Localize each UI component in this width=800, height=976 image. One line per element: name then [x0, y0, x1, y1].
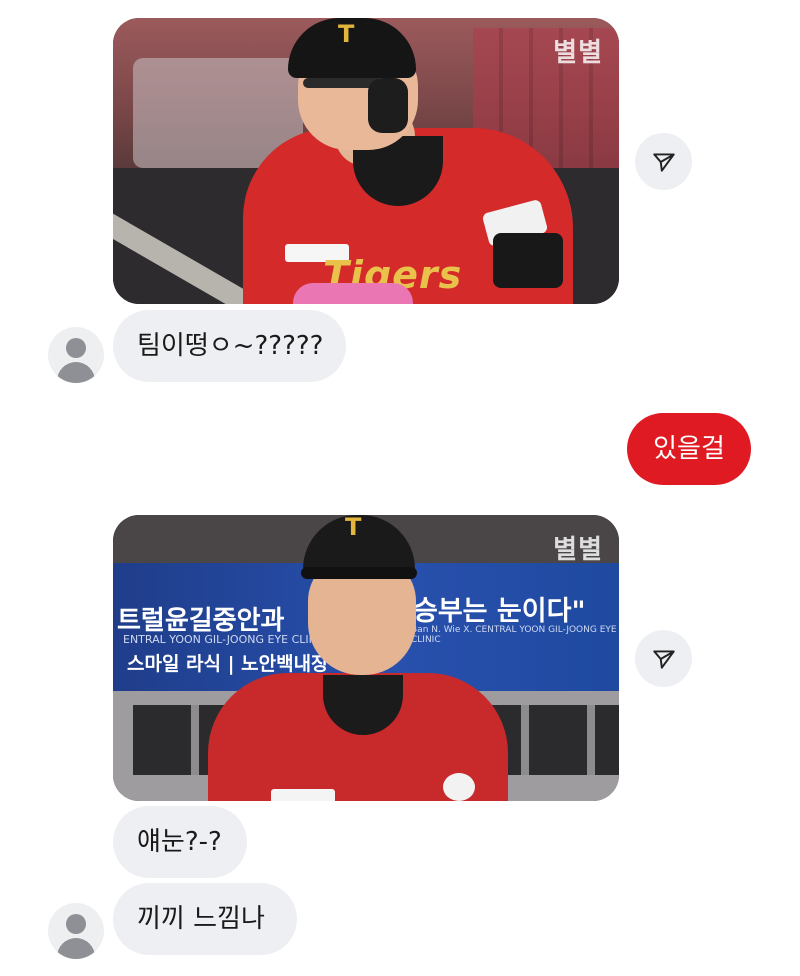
message-bubble-received[interactable]: 끼끼 느낌나	[113, 883, 297, 955]
share-button-2[interactable]	[635, 630, 692, 687]
batting-gloves	[293, 283, 413, 304]
cap-brim	[301, 567, 417, 579]
arm-sleeve	[493, 233, 563, 288]
paper-plane-icon	[652, 649, 675, 669]
photo-watermark: 별별	[553, 535, 603, 565]
helmet-guard	[368, 78, 408, 133]
message-bubble-sent[interactable]: 있을걸	[627, 413, 751, 485]
jersey-patch	[443, 773, 475, 801]
team-logo: T	[338, 20, 355, 48]
avatar-body	[57, 362, 95, 383]
message-bubble-received[interactable]: 팀이떵ㅇ~?????	[113, 310, 346, 382]
default-avatar-icon	[66, 914, 86, 934]
avatar-body	[57, 938, 95, 959]
default-avatar-icon	[66, 338, 86, 358]
message-bubble-received[interactable]: 얘눈?-?	[113, 806, 247, 878]
avatar[interactable]	[48, 327, 104, 383]
team-logo: T	[345, 515, 362, 541]
photo-message-1[interactable]: T Tigers 별별	[113, 18, 619, 304]
paper-plane-icon	[652, 152, 675, 172]
jersey-sponsor-patch	[271, 789, 335, 801]
photo-message-2[interactable]: 트럴윤길중안과 ENTRAL YOON GIL-JOONG EYE CLINIC…	[113, 515, 619, 801]
avatar[interactable]	[48, 903, 104, 959]
photo-watermark: 별별	[553, 38, 603, 68]
share-button-1[interactable]	[635, 133, 692, 190]
banner-text: 스마일 라식 | 노안백내장	[127, 653, 329, 675]
banner-text: 트럴윤길중안과	[117, 606, 285, 636]
banner-text: 승부는 눈이다"	[413, 596, 586, 627]
banner-text: ENTRAL YOON GIL-JOONG EYE CLINIC	[123, 633, 328, 646]
banner-text: Ban N. Wie X. CENTRAL YOON GIL-JOONG EYE…	[411, 625, 617, 645]
